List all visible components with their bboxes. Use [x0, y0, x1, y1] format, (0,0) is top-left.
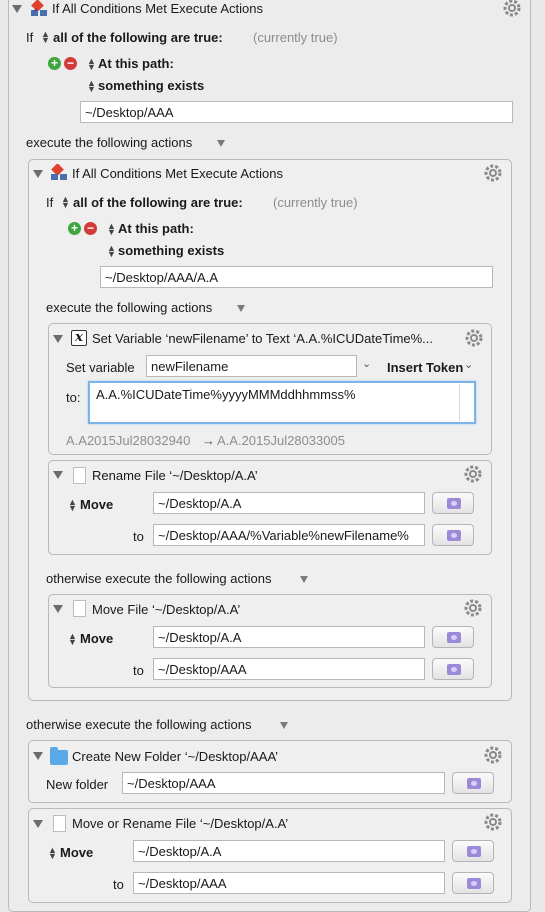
move-mode-stepper-icon[interactable]: ▲ ▼ — [68, 632, 77, 647]
inner-path-test-stepper-icon[interactable]: ▲ ▼ — [107, 244, 116, 259]
outer-path-test[interactable]: something exists — [98, 78, 204, 93]
outer-condition-mode[interactable]: all of the following are true: — [53, 30, 223, 45]
inner-condition-status: (currently true) — [273, 195, 358, 210]
inner-condition-mode[interactable]: all of the following are true: — [73, 195, 243, 210]
move-or-rename-gear-icon[interactable] — [483, 812, 503, 832]
rename-document-icon — [73, 467, 86, 484]
insert-token-chevron-icon[interactable]: ⌄ — [464, 358, 473, 371]
outer-remove-condition-minus-icon[interactable]: − — [64, 57, 77, 70]
move-or-rename-destination-field[interactable]: ~/Desktop/AAA — [133, 872, 445, 894]
rename-destination-folder-picker-icon[interactable] — [432, 524, 474, 546]
new-folder-field[interactable]: ~/Desktop/AAA — [122, 772, 445, 794]
variable-dropdown-chevron-icon[interactable]: ⌄ — [362, 357, 371, 370]
preview-arrow: → — [202, 433, 215, 448]
set-variable-disclosure-triangle-icon[interactable] — [53, 335, 63, 343]
move-mode[interactable]: Move — [80, 631, 113, 646]
if-then-icon — [31, 0, 47, 16]
move-or-rename-destination-folder-picker-icon[interactable] — [452, 872, 494, 894]
preview-from: A.A2015Jul28032940 — [66, 433, 191, 448]
variable-icon: x — [71, 330, 87, 346]
move-or-rename-disclosure-triangle-icon[interactable] — [33, 820, 43, 828]
new-folder-picker-icon[interactable] — [452, 772, 494, 794]
create-folder-gear-icon[interactable] — [483, 745, 503, 765]
move-or-rename-title: Move or Rename File ‘~/Desktop/A.A’ — [72, 816, 289, 831]
move-disclosure-triangle-icon[interactable] — [53, 605, 63, 613]
inner-path-type-stepper-icon[interactable]: ▲ ▼ — [107, 222, 116, 237]
rename-source-field[interactable]: ~/Desktop/A.A — [153, 492, 425, 514]
move-source-folder-picker-icon[interactable] — [432, 626, 474, 648]
inner-remove-condition-minus-icon[interactable]: − — [84, 222, 97, 235]
outer-otherwise-label: otherwise execute the following actions — [26, 717, 252, 732]
variable-value-textarea[interactable]: A.A.%ICUDateTime%yyyyMMMddhhmmss% — [88, 381, 476, 424]
outer-path-type[interactable]: At this path: — [98, 56, 174, 71]
outer-add-condition-plus-icon[interactable]: + — [48, 57, 61, 70]
move-destination-folder-picker-icon[interactable] — [432, 658, 474, 680]
outer-condition-stepper-icon[interactable]: ▲ ▼ — [41, 30, 50, 45]
move-to-label: to — [133, 663, 144, 678]
outer-path-field[interactable]: ~/Desktop/AAA — [80, 101, 513, 123]
outer-if-label: If — [26, 30, 34, 45]
outer-path-type-stepper-icon[interactable]: ▲ ▼ — [87, 57, 96, 72]
inner-disclosure-triangle-icon[interactable] — [33, 170, 43, 178]
insert-token-button[interactable]: Insert Token — [387, 360, 463, 375]
textarea-scrollbar[interactable] — [459, 384, 460, 421]
rename-to-label: to — [133, 529, 144, 544]
outer-condition-status: (currently true) — [253, 30, 338, 45]
rename-disclosure-triangle-icon[interactable] — [53, 471, 63, 479]
move-or-rename-to-label: to — [113, 877, 124, 892]
inner-path-field[interactable]: ~/Desktop/AAA/A.A — [100, 266, 493, 288]
move-source-field[interactable]: ~/Desktop/A.A — [153, 626, 425, 648]
to-label: to: — [66, 390, 81, 405]
move-document-icon — [73, 600, 86, 617]
inner-action-title: If All Conditions Met Execute Actions — [72, 166, 283, 181]
move-or-rename-document-icon — [53, 815, 66, 832]
inner-if-then-icon — [51, 164, 67, 180]
inner-otherwise-menu-icon[interactable] — [300, 576, 308, 583]
outer-otherwise-menu-icon[interactable] — [280, 722, 288, 729]
outer-execute-menu-icon[interactable] — [217, 140, 225, 147]
inner-if-label: If — [46, 195, 54, 210]
preview-to: A.A.2015Jul28033005 — [217, 433, 345, 448]
set-variable-title: Set Variable ‘newFilename’ to Text ‘A.A.… — [92, 331, 434, 346]
inner-path-test[interactable]: something exists — [118, 243, 224, 258]
move-title: Move File ‘~/Desktop/A.A’ — [92, 602, 241, 617]
rename-gear-icon[interactable] — [463, 464, 483, 484]
move-destination-field[interactable]: ~/Desktop/AAA — [153, 658, 425, 680]
create-folder-disclosure-triangle-icon[interactable] — [33, 752, 43, 760]
variable-name-field[interactable]: newFilename — [146, 355, 357, 377]
inner-otherwise-label: otherwise execute the following actions — [46, 571, 272, 586]
move-or-rename-mode[interactable]: Move — [60, 845, 93, 860]
rename-title: Rename File ‘~/Desktop/A.A’ — [92, 468, 258, 483]
inner-path-type[interactable]: At this path: — [118, 221, 194, 236]
create-folder-title: Create New Folder ‘~/Desktop/AAA’ — [72, 749, 279, 764]
outer-disclosure-triangle-icon[interactable] — [12, 5, 22, 13]
move-or-rename-source-field[interactable]: ~/Desktop/A.A — [133, 840, 445, 862]
inner-gear-icon[interactable] — [483, 163, 503, 183]
move-gear-icon[interactable] — [463, 598, 483, 618]
move-or-rename-mode-stepper-icon[interactable]: ▲ ▼ — [48, 846, 57, 861]
inner-add-condition-plus-icon[interactable]: + — [68, 222, 81, 235]
create-folder-folder-icon — [50, 747, 68, 765]
rename-source-folder-picker-icon[interactable] — [432, 492, 474, 514]
move-or-rename-source-folder-picker-icon[interactable] — [452, 840, 494, 862]
set-variable-label: Set variable — [66, 360, 135, 375]
rename-destination-field[interactable]: ~/Desktop/AAA/%Variable%newFilename% — [153, 524, 425, 546]
set-variable-gear-icon[interactable] — [464, 328, 484, 348]
outer-action-title: If All Conditions Met Execute Actions — [52, 1, 263, 16]
inner-execute-label: execute the following actions — [46, 300, 213, 315]
inner-execute-menu-icon[interactable] — [237, 305, 245, 312]
outer-execute-label: execute the following actions — [26, 135, 193, 150]
rename-mode[interactable]: Move — [80, 497, 113, 512]
inner-condition-stepper-icon[interactable]: ▲ ▼ — [61, 195, 70, 210]
rename-mode-stepper-icon[interactable]: ▲ ▼ — [68, 498, 77, 513]
outer-path-test-stepper-icon[interactable]: ▲ ▼ — [87, 79, 96, 94]
outer-gear-icon[interactable] — [502, 0, 522, 18]
new-folder-label: New folder — [46, 777, 109, 792]
